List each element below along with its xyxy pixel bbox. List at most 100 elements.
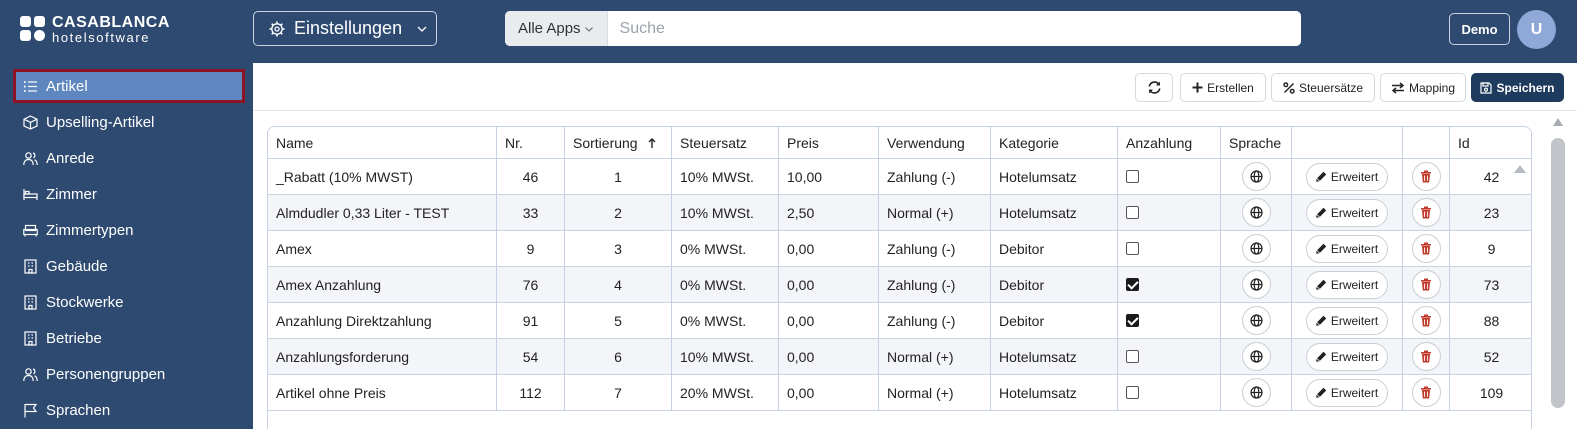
cell-actions: Erweitert — [1292, 303, 1403, 338]
advanced-button-label: Erweitert — [1330, 385, 1379, 400]
tax-rates-button[interactable]: Steuersätze — [1271, 73, 1375, 102]
table-row[interactable]: Amex 9 3 0% MWSt. 0,00 Zahlung (-) Debitor Erwe… — [268, 231, 1531, 267]
language-button[interactable] — [1241, 198, 1271, 227]
sidebar-item-upselling-artikel[interactable]: Upselling-Artikel — [13, 105, 245, 139]
sidebar-item-anrede[interactable]: Anrede — [13, 141, 245, 175]
sidebar-item-zimmer[interactable]: Zimmer — [13, 177, 245, 211]
sidebar-item-zimmertypen[interactable]: Zimmertypen — [13, 213, 245, 247]
table-scroll-up-icon[interactable] — [1514, 165, 1526, 173]
cell-tax: 0% MWSt. — [672, 303, 779, 338]
deposit-checkbox[interactable] — [1126, 386, 1139, 399]
sidebar-item-label: Personengruppen — [46, 365, 166, 383]
deposit-checkbox[interactable] — [1126, 350, 1139, 363]
language-button[interactable] — [1241, 162, 1271, 191]
deposit-checkbox[interactable] — [1126, 170, 1139, 183]
cell-usage: Normal (+) — [879, 339, 991, 374]
cell-price: 0,00 — [779, 339, 879, 374]
sidebar-item-stockwerke[interactable]: Stockwerke — [13, 285, 245, 319]
column-header-anzahlung[interactable]: Anzahlung — [1118, 127, 1221, 158]
cell-delete — [1403, 267, 1450, 302]
column-header-verwendung[interactable]: Verwendung — [879, 127, 991, 158]
apps-filter-select[interactable]: Alle Apps — [505, 11, 608, 46]
table-row[interactable]: Almdudler 0,33 Liter - TEST 33 2 10% MWSt. 2… — [268, 195, 1531, 231]
scrollbar-thumb[interactable] — [1551, 138, 1565, 408]
cell-name: Anzahlungsforderung — [268, 339, 497, 374]
table-row[interactable]: Anzahlung Direktzahlung 91 5 0% MWSt. 0,00 Za… — [268, 303, 1531, 339]
cell-deposit — [1118, 375, 1221, 410]
sidebar-item-betriebe[interactable]: Betriebe — [13, 321, 245, 355]
globe-icon — [1249, 242, 1263, 255]
delete-button[interactable] — [1411, 378, 1441, 407]
scroll-up-arrow-icon[interactable] — [1553, 118, 1563, 126]
table-row[interactable]: Artikel ohne Preis 112 7 20% MWSt. 0,00 Norma… — [268, 375, 1531, 411]
brand-logo[interactable]: CASABLANCA hotelsoftware — [20, 13, 170, 47]
sidebar: Artikel Upselling-Artikel Anrede Zimmer … — [0, 63, 253, 429]
language-button[interactable] — [1241, 342, 1271, 371]
cell-nr: 9 — [497, 231, 565, 266]
sidebar-item-sprachen[interactable]: Sprachen — [13, 393, 245, 427]
advanced-button[interactable]: Erweitert — [1305, 378, 1389, 407]
column-header-name[interactable]: Name — [268, 127, 497, 158]
demo-button[interactable]: Demo — [1449, 13, 1510, 45]
deposit-checkbox[interactable] — [1126, 278, 1139, 291]
advanced-button[interactable]: Erweitert — [1305, 270, 1389, 299]
cell-nr: 33 — [497, 195, 565, 230]
sidebar-item-label: Betriebe — [46, 329, 102, 347]
table-row[interactable]: Anzahlungsforderung 54 6 10% MWSt. 0,00 Norma… — [268, 339, 1531, 375]
cell-deposit — [1118, 339, 1221, 374]
page-scrollbar[interactable] — [1551, 116, 1565, 429]
column-header-id[interactable]: Id — [1450, 127, 1531, 158]
language-button[interactable] — [1241, 234, 1271, 263]
deposit-checkbox[interactable] — [1126, 242, 1139, 255]
delete-button[interactable] — [1411, 306, 1441, 335]
delete-button[interactable] — [1411, 162, 1441, 191]
delete-button[interactable] — [1411, 234, 1441, 263]
advanced-button[interactable]: Erweitert — [1305, 342, 1389, 371]
cell-actions: Erweitert — [1292, 339, 1403, 374]
advanced-button[interactable]: Erweitert — [1305, 198, 1389, 227]
mapping-button[interactable]: Mapping — [1380, 73, 1466, 102]
delete-button[interactable] — [1411, 270, 1441, 299]
deposit-checkbox[interactable] — [1126, 314, 1139, 327]
cell-id: 52 — [1483, 348, 1500, 365]
user-avatar[interactable]: U — [1517, 10, 1556, 49]
deposit-checkbox[interactable] — [1126, 206, 1139, 219]
advanced-button-label: Erweitert — [1330, 349, 1379, 364]
sidebar-item-label: Anrede — [46, 149, 95, 167]
table-row[interactable]: _Rabatt (10% MWST) 46 1 10% MWSt. 10,00 Zahlu… — [268, 159, 1531, 195]
advanced-button[interactable]: Erweitert — [1305, 234, 1389, 263]
language-button[interactable] — [1241, 270, 1271, 299]
column-header-delete — [1403, 127, 1450, 158]
column-header-sortierung[interactable]: Sortierung — [565, 127, 672, 158]
cell-delete — [1403, 339, 1450, 374]
sidebar-item-gebaeude[interactable]: Gebäude — [13, 249, 245, 283]
refresh-button[interactable] — [1135, 73, 1173, 102]
advanced-button[interactable]: Erweitert — [1305, 306, 1389, 335]
language-button[interactable] — [1241, 306, 1271, 335]
sidebar-item-artikel[interactable]: Artikel — [13, 69, 245, 103]
save-button[interactable]: Speichern — [1471, 73, 1564, 102]
cell-tax: 20% MWSt. — [672, 375, 779, 410]
cell-usage: Zahlung (-) — [879, 159, 991, 194]
cube-icon — [23, 114, 38, 130]
delete-button[interactable] — [1411, 342, 1441, 371]
cell-category: Debitor — [991, 303, 1118, 338]
cell-tax: 10% MWSt. — [672, 339, 779, 374]
create-button[interactable]: Erstellen — [1180, 73, 1266, 102]
trash-icon — [1421, 170, 1431, 183]
module-switcher-button[interactable]: Einstellungen — [253, 11, 437, 46]
cell-price: 0,00 — [779, 375, 879, 410]
column-header-steuersatz[interactable]: Steuersatz — [672, 127, 779, 158]
column-header-nr[interactable]: Nr. — [497, 127, 565, 158]
apps-filter-label: Alle Apps — [518, 20, 581, 37]
search-input[interactable] — [607, 11, 1301, 46]
column-header-sprache[interactable]: Sprache — [1221, 127, 1292, 158]
sidebar-item-label: Upselling-Artikel — [46, 113, 155, 131]
language-button[interactable] — [1241, 378, 1271, 407]
column-header-preis[interactable]: Preis — [779, 127, 879, 158]
delete-button[interactable] — [1411, 198, 1441, 227]
table-row[interactable]: Amex Anzahlung 76 4 0% MWSt. 0,00 Zahlung (-)… — [268, 267, 1531, 303]
sidebar-item-personengruppen[interactable]: Personengruppen — [13, 357, 245, 391]
column-header-kategorie[interactable]: Kategorie — [991, 127, 1118, 158]
advanced-button[interactable]: Erweitert — [1305, 162, 1389, 191]
